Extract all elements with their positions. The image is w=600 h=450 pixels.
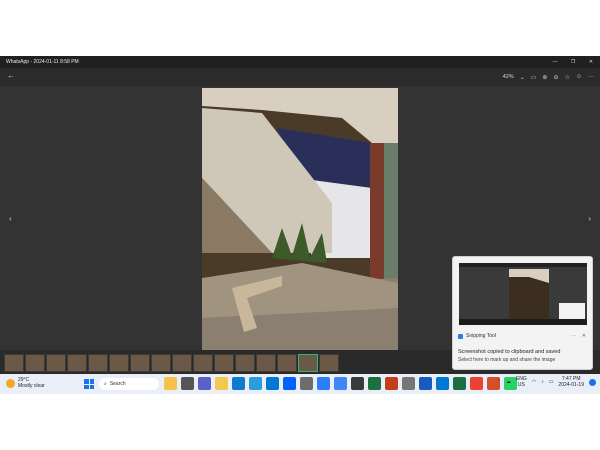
notification-more-icon[interactable]: ··· — [571, 333, 576, 339]
title-bar: WhatsApp - 2024-01-11 8:58 PM — ❐ ✕ — [0, 56, 600, 68]
filmstrip-thumbnail[interactable] — [214, 354, 234, 372]
staircase-photo-image — [202, 88, 398, 350]
notification-message: Screenshot copied to clipboard and saved — [458, 349, 561, 355]
word-icon[interactable] — [419, 377, 432, 390]
task-view-icon[interactable] — [181, 377, 194, 390]
more-options-icon[interactable]: ··· — [588, 74, 594, 80]
back-arrow-icon[interactable]: ← — [7, 71, 15, 80]
filmstrip-thumbnail[interactable] — [172, 354, 192, 372]
powerpoint-icon[interactable] — [385, 377, 398, 390]
notification-subtext: Select here to mark up and share the ima… — [458, 357, 556, 363]
taskbar: 29°C Mostly clear ⌕ Search ⌃ ☁ ENG US ◠ … — [0, 374, 600, 394]
battery-icon[interactable]: ▭ — [549, 379, 554, 385]
app-icon[interactable] — [317, 377, 330, 390]
widgets-icon[interactable] — [164, 377, 177, 390]
notification-app: Snipping Tool — [458, 333, 496, 339]
zoom-out-icon[interactable]: ⊖ — [553, 74, 558, 81]
chat-icon[interactable] — [198, 377, 211, 390]
minimize-button[interactable]: — — [546, 56, 564, 68]
onedrive-icon[interactable]: ☁ — [506, 379, 511, 385]
filmstrip-thumbnail-selected[interactable] — [298, 354, 318, 372]
outlook-icon[interactable] — [436, 377, 449, 390]
excel-icon[interactable] — [368, 377, 381, 390]
chrome-icon[interactable] — [334, 377, 347, 390]
favorite-star-icon[interactable]: ☆ — [564, 74, 569, 81]
edge-icon[interactable] — [232, 377, 245, 390]
screenshot-preview[interactable] — [459, 263, 587, 325]
screenshot-thumbnail-image — [459, 263, 587, 325]
notification-bell-icon[interactable] — [589, 378, 596, 386]
toolbar-tools: 42% ⌄ ▭ ⊕ ⊖ ☆ ☺ ··· — [503, 68, 594, 86]
fit-window-icon[interactable]: ▭ — [531, 74, 537, 81]
filmstrip-thumbnail[interactable] — [46, 354, 66, 372]
filmstrip-thumbnail[interactable] — [130, 354, 150, 372]
pinned-apps — [164, 377, 517, 390]
app-icon[interactable] — [402, 377, 415, 390]
filmstrip-thumbnail[interactable] — [88, 354, 108, 372]
filmstrip-thumbnail[interactable] — [109, 354, 129, 372]
dropbox-icon[interactable] — [283, 377, 296, 390]
previous-image-arrow-icon[interactable]: ‹ — [9, 214, 12, 223]
chevron-up-icon[interactable]: ⌃ — [497, 379, 501, 385]
emoji-icon[interactable]: ☺ — [576, 74, 582, 80]
filmstrip-thumbnail[interactable] — [319, 354, 339, 372]
clock[interactable]: 7:47 PM 2024-01-19 — [558, 376, 584, 388]
mail-icon[interactable] — [266, 377, 279, 390]
excel-icon[interactable] — [453, 377, 466, 390]
filmstrip-thumbnail[interactable] — [235, 354, 255, 372]
app-icon[interactable] — [470, 377, 483, 390]
start-button[interactable] — [84, 379, 94, 389]
weather-desc: Mostly clear — [18, 383, 45, 389]
search-icon: ⌕ — [104, 381, 107, 387]
filmstrip-thumbnail[interactable] — [25, 354, 45, 372]
snipping-tool-icon — [458, 333, 463, 339]
taskbar-search[interactable]: ⌕ Search — [99, 378, 159, 390]
notification-close-icon[interactable]: ✕ — [582, 333, 586, 339]
system-tray: ⌃ ☁ ENG US ◠ ♪ ▭ 7:47 PM 2024-01-19 — [497, 376, 596, 388]
zoom-in-icon[interactable]: ⊕ — [542, 74, 547, 81]
maximize-button[interactable]: ❐ — [564, 56, 582, 68]
filmstrip-thumbnail[interactable] — [256, 354, 276, 372]
filmstrip-thumbnail[interactable] — [151, 354, 171, 372]
language-indicator[interactable]: ENG US — [516, 376, 527, 388]
filmstrip-thumbnail[interactable] — [277, 354, 297, 372]
volume-icon[interactable]: ♪ — [541, 379, 544, 385]
snipping-tool-notification[interactable]: Snipping Tool ··· ✕ Screenshot copied to… — [452, 256, 593, 370]
filmstrip-thumbnail[interactable] — [193, 354, 213, 372]
app-icon[interactable] — [351, 377, 364, 390]
zoom-level[interactable]: 42% — [503, 74, 514, 80]
app-icon[interactable] — [300, 377, 313, 390]
photo-staircase — [202, 88, 398, 350]
store-icon[interactable] — [249, 377, 262, 390]
weather-moon-icon — [6, 378, 15, 388]
next-image-arrow-icon[interactable]: › — [588, 214, 591, 223]
file-explorer-icon[interactable] — [215, 377, 228, 390]
filmstrip-thumbnail[interactable] — [67, 354, 87, 372]
notification-app-name: Snipping Tool — [466, 333, 496, 339]
wifi-icon[interactable]: ◠ — [532, 379, 536, 385]
language-region: US — [517, 382, 525, 388]
clock-date: 2024-01-19 — [558, 382, 584, 388]
window-title: WhatsApp - 2024-01-11 8:58 PM — [6, 59, 79, 65]
filmstrip-thumbnail[interactable] — [4, 354, 24, 372]
viewer-toolbar: ← 42% ⌄ ▭ ⊕ ⊖ ☆ ☺ ··· — [0, 68, 600, 86]
close-window-button[interactable]: ✕ — [582, 56, 600, 68]
search-placeholder: Search — [109, 381, 126, 387]
chevron-down-icon[interactable]: ⌄ — [520, 74, 525, 81]
weather-widget[interactable]: 29°C Mostly clear — [6, 377, 45, 389]
